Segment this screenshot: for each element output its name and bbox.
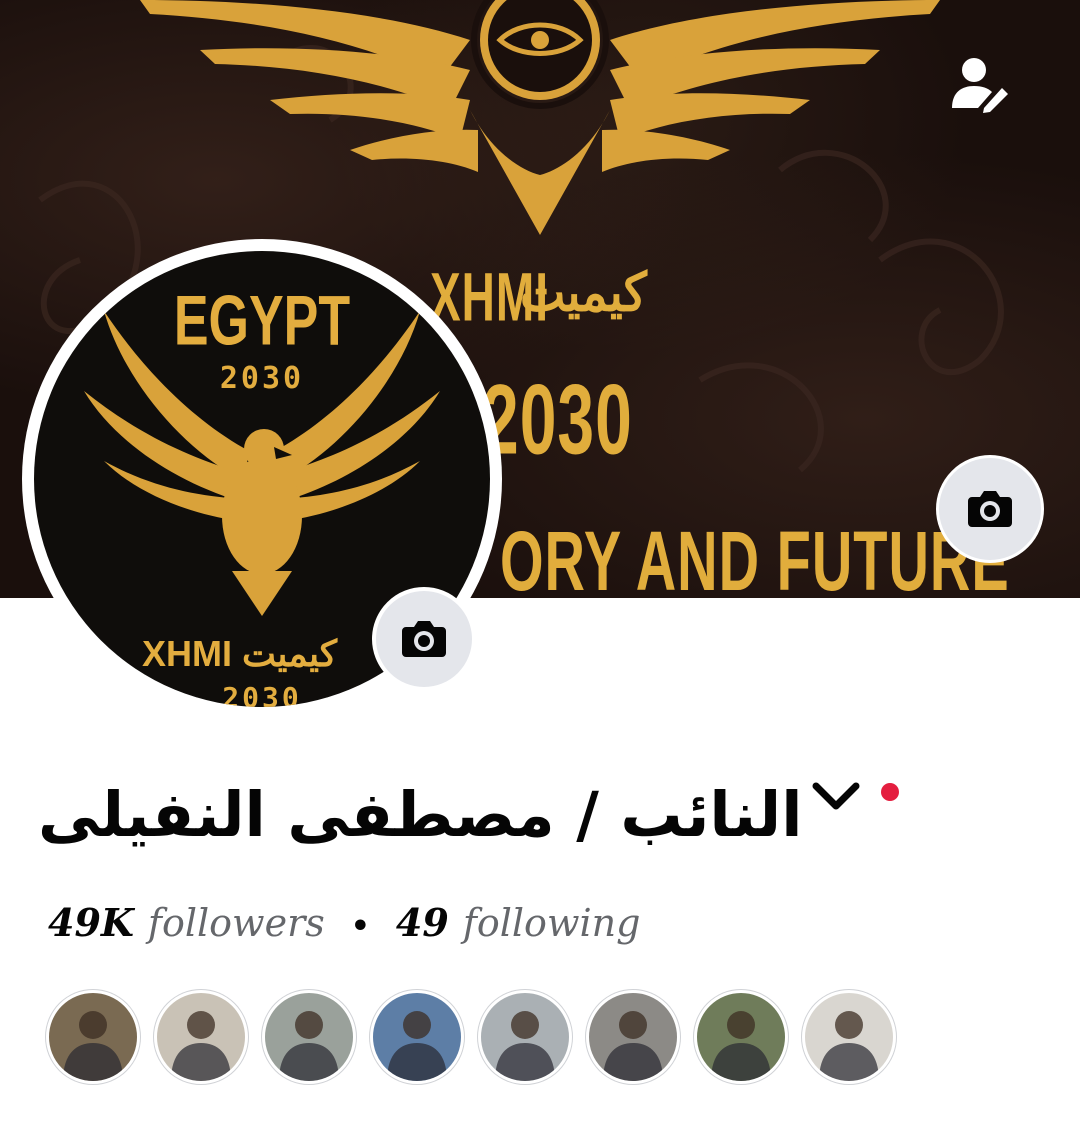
friend-avatar-5[interactable] <box>478 990 572 1084</box>
person-silhouette-icon <box>171 1011 231 1081</box>
person-silhouette-icon <box>63 1011 123 1081</box>
following-label: following <box>462 901 641 945</box>
stats-separator: • <box>350 909 370 944</box>
followers-label: followers <box>147 901 325 945</box>
edit-cover-photo-button[interactable] <box>936 455 1044 563</box>
profile-menu-button[interactable] <box>808 778 864 818</box>
person-silhouette-icon <box>387 1011 447 1081</box>
avatar-brand-arabic: كيميت <box>242 633 338 674</box>
chevron-down-icon <box>812 782 860 810</box>
avatar-title: EGYPT <box>173 282 351 361</box>
following-count: 49 <box>395 900 449 945</box>
person-silhouette-icon <box>603 1011 663 1081</box>
followers-link[interactable]: 49K followers <box>48 900 325 945</box>
profile-name-row: النائب / مصطفى النفيلى <box>38 770 918 870</box>
friend-avatar-6[interactable] <box>586 990 680 1084</box>
following-link[interactable]: 49 following <box>396 900 641 945</box>
person-edit-icon <box>952 58 1008 113</box>
followers-count: 49K <box>48 900 134 945</box>
camera-icon <box>402 621 446 657</box>
status-dot <box>881 783 899 801</box>
person-silhouette-icon <box>279 1011 339 1081</box>
edit-profile-button[interactable] <box>948 52 1010 114</box>
friends-avatars-row <box>46 990 896 1084</box>
avatar-brand-latin: XHMI <box>142 633 232 674</box>
person-silhouette-icon <box>819 1011 879 1081</box>
cover-tagline: ORY AND FUTURE <box>500 513 1010 599</box>
edit-profile-picture-button[interactable] <box>372 587 476 691</box>
profile-name: النائب / مصطفى النفيلى <box>38 778 803 851</box>
cover-year: 2030 <box>482 363 633 475</box>
avatar-brand: XHMI كيميت <box>142 633 337 675</box>
friend-avatar-4[interactable] <box>370 990 464 1084</box>
friend-avatar-2[interactable] <box>154 990 248 1084</box>
person-silhouette-icon <box>495 1011 555 1081</box>
friend-avatar-8[interactable] <box>802 990 896 1084</box>
camera-icon <box>968 491 1012 527</box>
friend-avatar-7[interactable] <box>694 990 788 1084</box>
friend-avatar-3[interactable] <box>262 990 356 1084</box>
avatar-year-top: 2030 <box>219 361 305 396</box>
person-silhouette-icon <box>711 1011 771 1081</box>
follow-stats: 49K followers • 49 following <box>48 900 640 950</box>
friend-avatar-1[interactable] <box>46 990 140 1084</box>
